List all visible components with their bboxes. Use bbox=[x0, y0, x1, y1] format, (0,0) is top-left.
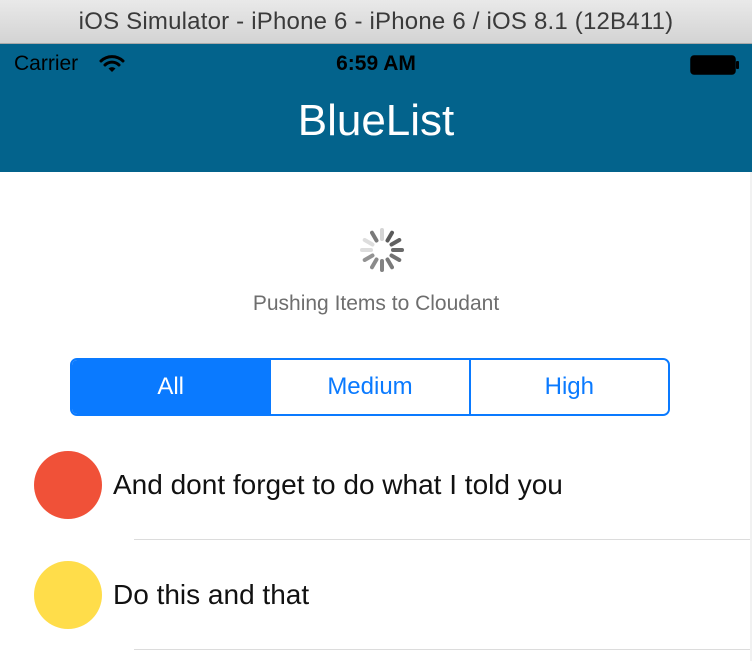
item-text: Do this and that bbox=[113, 579, 310, 610]
sync-status-label: Pushing Items to Cloudant bbox=[252, 292, 500, 315]
status-time: 6:59 AM bbox=[336, 52, 416, 75]
status-bar: Carrier 6:59 AM bbox=[0, 44, 752, 86]
item-text: And dont forget to do what I told you bbox=[113, 469, 563, 500]
spinner-icon bbox=[360, 228, 404, 272]
segment-high[interactable]: High bbox=[468, 360, 668, 414]
row-separator bbox=[134, 649, 752, 650]
simulator-title-bar[interactable]: iOS Simulator - iPhone 6 - iPhone 6 / iO… bbox=[0, 0, 752, 44]
list-item[interactable]: And dont forget to do what I told you bbox=[0, 430, 752, 540]
segment-all[interactable]: All bbox=[72, 360, 270, 414]
priority-filter[interactable]: All Medium High bbox=[70, 358, 670, 416]
priority-dot-icon bbox=[34, 451, 102, 519]
simulator-window: iOS Simulator - iPhone 6 - iPhone 6 / iO… bbox=[0, 0, 752, 661]
priority-dot-icon bbox=[34, 561, 102, 629]
battery-icon bbox=[690, 55, 739, 75]
app-header: Carrier 6:59 AM BlueList bbox=[0, 44, 752, 172]
segment-medium[interactable]: Medium bbox=[269, 360, 469, 414]
simulator-title: iOS Simulator - iPhone 6 - iPhone 6 / iO… bbox=[78, 7, 674, 35]
list-item[interactable]: Do this and that bbox=[0, 540, 752, 650]
nav-title: BlueList bbox=[297, 96, 455, 145]
